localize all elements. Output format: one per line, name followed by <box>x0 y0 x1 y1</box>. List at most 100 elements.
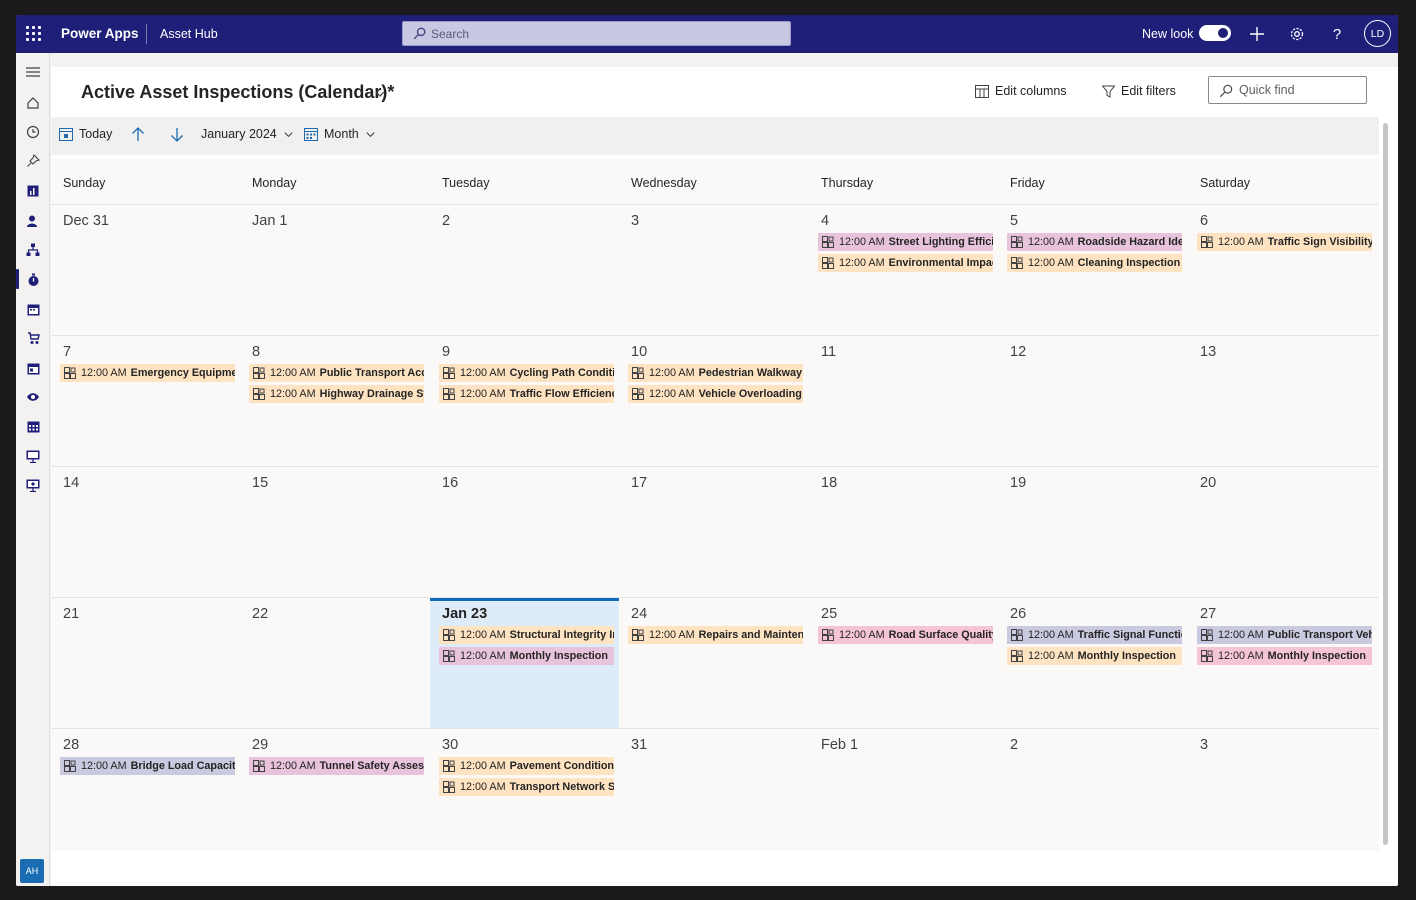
date-number[interactable]: 13 <box>1200 344 1216 360</box>
calendar-event[interactable]: 12:00 AM Emergency Equipmen <box>60 364 235 382</box>
date-number[interactable]: 26 <box>1010 606 1026 622</box>
calendar-event[interactable]: 12:00 AM Structural Integrity In <box>439 626 614 644</box>
calendar-event[interactable]: 12:00 AM Cleaning Inspection <box>1007 254 1182 272</box>
view-mode-dropdown[interactable]: Month <box>304 127 376 141</box>
day-cell[interactable]: 27 12:00 AM Public Transport Vehi 12:00 AM M… <box>1188 598 1377 729</box>
date-number[interactable]: 27 <box>1200 606 1216 622</box>
calendar-icon[interactable] <box>25 301 41 317</box>
home-icon[interactable] <box>25 95 41 111</box>
day-cell[interactable]: 7 12:00 AM Emergency Equipmen <box>51 336 240 467</box>
day-cell[interactable]: 14 <box>51 467 240 598</box>
calendar-event[interactable]: 12:00 AM Monthly Inspection <box>1007 647 1182 665</box>
calendar-event[interactable]: 12:00 AM Transport Network Se <box>439 778 614 796</box>
calendar-event[interactable]: 12:00 AM Roadside Hazard Ider <box>1007 233 1182 251</box>
recent-icon[interactable] <box>25 124 41 140</box>
help-icon[interactable]: ? <box>1327 24 1347 44</box>
date-number[interactable]: 16 <box>442 475 458 491</box>
date-number[interactable]: 18 <box>821 475 837 491</box>
day-cell[interactable]: 20 <box>1188 467 1377 598</box>
day-cell[interactable]: 9 12:00 AM Cycling Path Conditio 12:00 AM Tr… <box>430 336 619 467</box>
calendar-event[interactable]: 12:00 AM Pavement Condition I <box>439 757 614 775</box>
date-number[interactable]: 10 <box>631 344 647 360</box>
day-cell[interactable]: 5 12:00 AM Roadside Hazard Ider 12:00 AM Cle… <box>998 205 1188 336</box>
day-cell[interactable]: 16 <box>430 467 619 598</box>
day-cell[interactable]: 8 12:00 AM Public Transport Acce 12:00 AM Hi… <box>240 336 430 467</box>
search-input[interactable] <box>431 25 771 43</box>
day-cell[interactable]: 4 12:00 AM Street Lighting Efficie 12:00 AM… <box>809 205 998 336</box>
pin-icon[interactable] <box>25 153 41 169</box>
date-number[interactable]: 31 <box>631 737 647 753</box>
date-number[interactable]: Jan 23 <box>442 606 487 622</box>
date-number[interactable]: 15 <box>252 475 268 491</box>
date-number[interactable]: 8 <box>252 344 260 360</box>
view-title[interactable]: Active Asset Inspections (Calendar)* <box>81 82 394 103</box>
calendar-event[interactable]: 12:00 AM Cycling Path Conditio <box>439 364 614 382</box>
app-name[interactable]: Power Apps <box>61 26 139 41</box>
schedule-icon[interactable] <box>25 360 41 376</box>
date-number[interactable]: 19 <box>1010 475 1026 491</box>
environment-name[interactable]: Asset Hub <box>160 27 218 41</box>
settings-gear-icon[interactable] <box>1287 24 1307 44</box>
calendar-event[interactable]: 12:00 AM Public Transport Acce <box>249 364 424 382</box>
date-number[interactable]: 24 <box>631 606 647 622</box>
plus-icon[interactable] <box>1247 24 1267 44</box>
day-cell[interactable]: 30 12:00 AM Pavement Condition I 12:00 AM Tr… <box>430 729 619 860</box>
date-number[interactable]: 2 <box>442 213 450 229</box>
date-number[interactable]: 22 <box>252 606 268 622</box>
user-avatar[interactable]: LD <box>1364 20 1391 47</box>
date-number[interactable]: 3 <box>1200 737 1208 753</box>
date-number[interactable]: 4 <box>821 213 829 229</box>
dashboard-icon[interactable] <box>25 183 41 199</box>
calendar-event[interactable]: 12:00 AM Tunnel Safety Assessr <box>249 757 424 775</box>
day-cell[interactable]: 24 12:00 AM Repairs and Maintena <box>619 598 809 729</box>
view-selector-chevron-icon[interactable] <box>374 88 386 100</box>
day-cell[interactable]: 22 <box>240 598 430 729</box>
date-number[interactable]: 6 <box>1200 213 1208 229</box>
date-number[interactable]: 7 <box>63 344 71 360</box>
day-cell[interactable]: 17 <box>619 467 809 598</box>
date-number[interactable]: 2 <box>1010 737 1018 753</box>
date-number[interactable]: Feb 1 <box>821 737 858 753</box>
monitor-icon[interactable] <box>25 448 41 464</box>
edit-filters-button[interactable]: Edit filters <box>1102 84 1176 98</box>
day-cell[interactable]: 19 <box>998 467 1188 598</box>
day-cell[interactable]: 13 <box>1188 336 1377 467</box>
date-number[interactable]: 28 <box>63 737 79 753</box>
date-number[interactable]: 3 <box>631 213 639 229</box>
new-look-toggle[interactable] <box>1199 25 1231 41</box>
area-switcher-avatar[interactable]: AH <box>20 859 44 883</box>
date-number[interactable]: Jan 1 <box>252 213 287 229</box>
next-month-button[interactable] <box>170 127 184 142</box>
edit-columns-button[interactable]: Edit columns <box>975 84 1067 98</box>
calendar-event[interactable]: 12:00 AM Public Transport Vehi <box>1197 626 1372 644</box>
calendar-event[interactable]: 12:00 AM Bridge Load Capacity <box>60 757 235 775</box>
calendar-event[interactable]: 12:00 AM Road Surface Quality <box>818 626 993 644</box>
day-cell[interactable]: 21 <box>51 598 240 729</box>
date-number[interactable]: Dec 31 <box>63 213 109 229</box>
day-cell[interactable]: 3 <box>619 205 809 336</box>
day-cell[interactable]: Dec 31 <box>51 205 240 336</box>
calendar-event[interactable]: 12:00 AM Monthly Inspection <box>1197 647 1372 665</box>
day-cell-today[interactable]: Jan 23 12:00 AM Structural Integrity In 12:… <box>430 598 619 729</box>
eye-icon[interactable] <box>25 389 41 405</box>
calendar-event[interactable]: 12:00 AM Traffic Flow Efficiency <box>439 385 614 403</box>
stroller-icon[interactable] <box>25 330 41 346</box>
quick-find-input[interactable] <box>1239 82 1359 98</box>
today-button[interactable]: Today <box>59 127 112 141</box>
day-cell[interactable]: 26 12:00 AM Traffic Signal Functior 12:00 A… <box>998 598 1188 729</box>
calendar-event[interactable]: 12:00 AM Environmental Impac <box>818 254 993 272</box>
quick-find-box[interactable] <box>1208 76 1367 104</box>
day-cell[interactable]: 11 <box>809 336 998 467</box>
day-cell[interactable]: 29 12:00 AM Tunnel Safety Assessr <box>240 729 430 860</box>
calendar-event[interactable]: 12:00 AM Traffic Sign Visibility I <box>1197 233 1372 251</box>
hierarchy-icon[interactable] <box>25 242 41 258</box>
calendar-event[interactable]: 12:00 AM Highway Drainage Sy <box>249 385 424 403</box>
day-cell[interactable]: Feb 1 <box>809 729 998 860</box>
day-cell[interactable]: 6 12:00 AM Traffic Sign Visibility I <box>1188 205 1377 336</box>
calendar-grid-icon[interactable] <box>25 418 41 434</box>
day-cell[interactable]: 25 12:00 AM Road Surface Quality <box>809 598 998 729</box>
hamburger-icon[interactable] <box>25 64 41 80</box>
date-number[interactable]: 11 <box>821 344 836 360</box>
day-cell[interactable]: 3 <box>1188 729 1377 860</box>
date-number[interactable]: 25 <box>821 606 837 622</box>
